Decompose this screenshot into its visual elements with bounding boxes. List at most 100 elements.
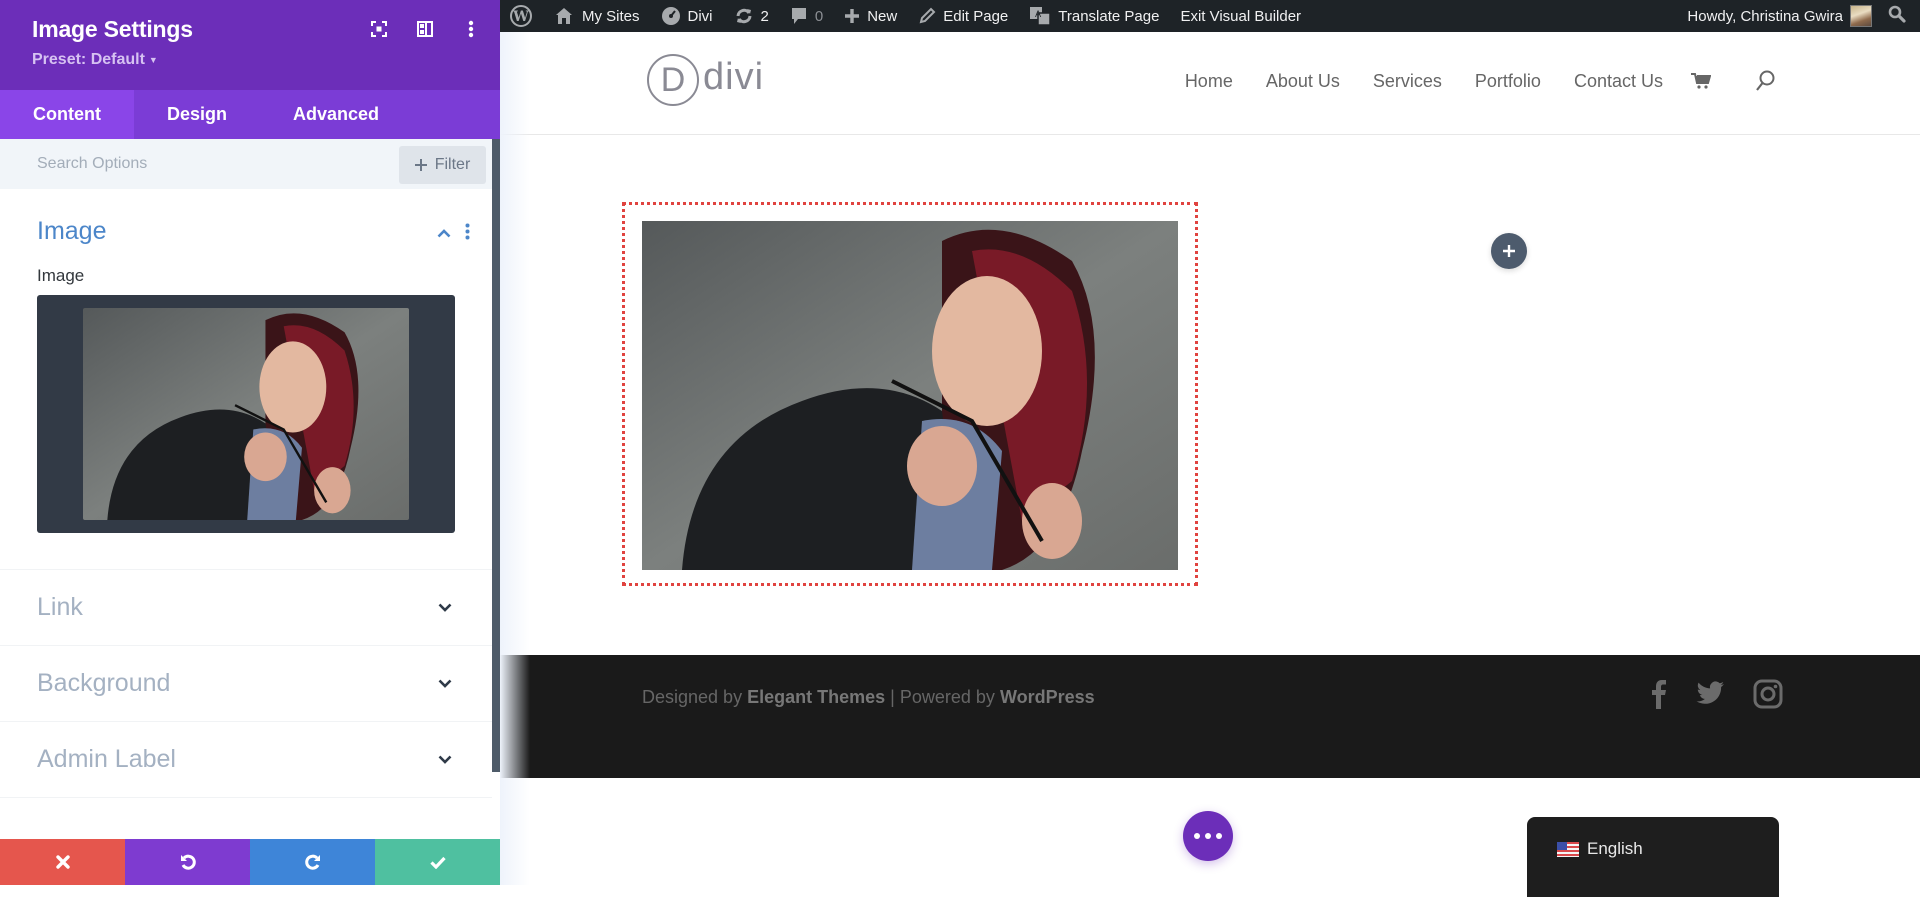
nav-contact-us[interactable]: Contact Us — [1574, 71, 1663, 92]
builder-settings-button[interactable] — [1183, 811, 1233, 861]
save-button[interactable] — [375, 839, 500, 885]
toggle-image: Image Image — [0, 189, 492, 570]
dot — [1216, 833, 1222, 839]
instagram-icon[interactable] — [1753, 679, 1783, 709]
tab-design[interactable]: Design — [134, 90, 260, 139]
site-search-icon[interactable] — [1755, 70, 1775, 92]
tab-content[interactable]: Content — [0, 90, 134, 139]
toggle-admin-label[interactable]: Admin Label — [0, 722, 492, 798]
my-sites-label: My Sites — [582, 7, 640, 25]
wordpress-logo-button[interactable]: W — [510, 5, 532, 27]
new-content-menu[interactable]: New — [844, 8, 897, 25]
fullscreen-icon[interactable] — [370, 20, 388, 38]
logo-mark: D — [647, 54, 699, 106]
site-preview: D divi Home About Us Services Portfolio … — [500, 32, 1920, 897]
caret-down-icon: ▼ — [148, 54, 158, 65]
plus-icon — [414, 159, 427, 171]
my-sites-menu[interactable]: My Sites — [553, 7, 640, 25]
image-field-label: Image — [37, 266, 85, 285]
updates-menu[interactable]: 2 — [734, 6, 769, 26]
divi-menu[interactable]: Divi — [661, 6, 713, 26]
nav-about-us[interactable]: About Us — [1266, 71, 1340, 92]
toggle-link[interactable]: Link — [0, 570, 492, 646]
panel-scrollbar[interactable] — [492, 139, 500, 772]
check-icon — [429, 856, 446, 869]
image-settings-panel: Image Settings Preset: Default ▼ Content … — [0, 0, 500, 885]
search-options-input[interactable] — [37, 155, 377, 173]
comments-menu[interactable]: 0 — [790, 6, 823, 26]
nav-portfolio[interactable]: Portfolio — [1475, 71, 1541, 92]
image-thumbnail — [83, 308, 409, 520]
close-icon — [55, 855, 70, 869]
chevron-up-icon[interactable] — [437, 225, 451, 243]
chevron-down-icon — [438, 599, 452, 617]
nav-home[interactable]: Home — [1185, 71, 1233, 92]
pencil-icon — [919, 7, 936, 24]
panel-tabs: Content Design Advanced — [0, 90, 500, 139]
cart-icon[interactable] — [1691, 72, 1711, 90]
panel-body: Image Image Link Background Admin Label — [0, 189, 492, 839]
undo-icon — [180, 854, 196, 870]
toggle-link-title: Link — [37, 593, 83, 621]
undo-button[interactable] — [125, 839, 250, 885]
chevron-down-icon — [438, 675, 452, 693]
account-menu[interactable]: Howdy, Christina Gwira — [1687, 5, 1872, 27]
translate-page-label: Translate Page — [1058, 7, 1160, 25]
filter-label: Filter — [434, 156, 471, 173]
footer-separator: | — [890, 687, 895, 707]
twitter-icon[interactable] — [1695, 681, 1725, 707]
image-upload-field[interactable] — [37, 295, 455, 533]
add-module-button[interactable] — [1491, 233, 1527, 269]
chevron-down-icon — [438, 751, 452, 769]
facebook-icon[interactable] — [1651, 679, 1667, 709]
more-options-icon[interactable] — [462, 20, 480, 38]
us-flag-icon — [1557, 842, 1579, 857]
svg-text:A: A — [1035, 10, 1042, 20]
new-label: New — [867, 7, 898, 25]
search-row: Filter — [0, 139, 500, 189]
elegant-themes-link[interactable]: Elegant Themes — [747, 687, 885, 707]
main-nav: Home About Us Services Portfolio Contact… — [1152, 70, 1775, 92]
adminbar-search-icon[interactable] — [1888, 5, 1906, 27]
edit-page-link[interactable]: Edit Page — [918, 7, 1008, 25]
dashboard-icon — [661, 7, 680, 25]
language-switcher[interactable]: English — [1527, 817, 1779, 897]
footer-credits: Designed by Elegant Themes | Powered by … — [642, 687, 1095, 708]
exit-visual-builder-label: Exit Visual Builder — [1180, 7, 1302, 25]
site-footer: Designed by Elegant Themes | Powered by … — [500, 655, 1920, 778]
comment-icon — [791, 8, 806, 24]
divi-label: Divi — [687, 7, 713, 25]
wordpress-link[interactable]: WordPress — [1000, 687, 1095, 707]
panel-header: Image Settings Preset: Default ▼ — [0, 0, 500, 90]
exit-visual-builder-link[interactable]: Exit Visual Builder — [1180, 8, 1301, 25]
toggle-background-title: Background — [37, 669, 171, 697]
designed-by-prefix: Designed by — [642, 687, 743, 707]
dot — [1194, 833, 1200, 839]
image-module[interactable] — [642, 221, 1178, 570]
translate-page-link[interactable]: A Translate Page — [1029, 6, 1159, 26]
comments-count: 0 — [814, 7, 824, 25]
toggle-admin-label-title: Admin Label — [37, 745, 176, 773]
site-logo[interactable]: D divi — [647, 54, 764, 106]
powered-by-prefix: Powered by — [899, 687, 995, 707]
greeting-text: Howdy, Christina Gwira — [1687, 7, 1843, 25]
updates-icon — [736, 8, 752, 24]
nav-services[interactable]: Services — [1373, 71, 1442, 92]
language-label: English — [1587, 839, 1643, 858]
preset-label: Preset: Default — [32, 51, 145, 68]
my-sites-icon — [556, 8, 572, 24]
tab-advanced[interactable]: Advanced — [260, 90, 412, 139]
toggle-image-title[interactable]: Image — [37, 217, 492, 246]
dot — [1205, 833, 1211, 839]
social-links — [1651, 679, 1783, 709]
preset-dropdown[interactable]: Preset: Default ▼ — [32, 51, 468, 69]
section-options-icon[interactable] — [465, 223, 470, 245]
filter-button[interactable]: Filter — [399, 146, 486, 184]
discard-button[interactable] — [0, 839, 125, 885]
split-view-icon[interactable] — [416, 20, 434, 38]
wp-admin-bar: W My Sites Divi 2 0 New Edit Page A Tran… — [500, 0, 1920, 32]
toggle-background[interactable]: Background — [0, 646, 492, 722]
logo-text: divi — [703, 55, 765, 98]
redo-button[interactable] — [250, 839, 375, 885]
edit-page-label: Edit Page — [943, 7, 1009, 25]
